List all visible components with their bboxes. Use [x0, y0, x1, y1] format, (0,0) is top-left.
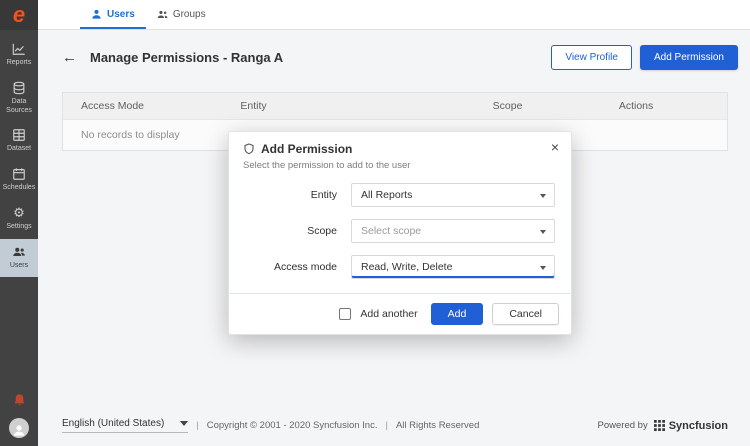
sidebar-item-label: Dataset: [7, 145, 31, 154]
footer-separator: |: [196, 420, 198, 431]
sidebar-item-reports[interactable]: Reports: [0, 36, 38, 75]
entity-dropdown-value: All Reports: [361, 189, 412, 201]
sidebar-item-label: Users: [10, 262, 28, 271]
copyright-text: Copyright © 2001 - 2020 Syncfusion Inc.: [207, 420, 378, 431]
scope-dropdown-placeholder: Select scope: [361, 225, 421, 237]
close-icon[interactable]: ×: [551, 140, 559, 154]
entity-field-row: Entity All Reports: [245, 183, 555, 207]
tab-groups[interactable]: Groups: [146, 0, 217, 29]
tab-label: Users: [107, 9, 135, 20]
entity-dropdown[interactable]: All Reports: [351, 183, 555, 207]
page-footer: English (United States) | Copyright © 20…: [38, 410, 750, 446]
dialog-body: Entity All Reports Scope Select scope Ac…: [229, 171, 571, 293]
add-permission-dialog: Add Permission Select the permission to …: [228, 131, 572, 335]
sidebar: e Reports Data Sources Dataset: [0, 0, 38, 446]
empty-state-text: No records to display: [81, 129, 180, 141]
syncfusion-brand[interactable]: Syncfusion: [654, 420, 728, 432]
dialog-header: Add Permission Select the permission to …: [229, 132, 571, 171]
dataset-grid-icon: [12, 128, 26, 142]
reports-icon: [12, 42, 26, 56]
tab-users[interactable]: Users: [80, 0, 146, 29]
notifications-bell-icon[interactable]: [12, 393, 27, 408]
column-header-entity: Entity: [222, 93, 474, 119]
syncfusion-brand-text: Syncfusion: [669, 420, 728, 432]
language-value: English (United States): [62, 418, 164, 429]
syncfusion-logo-icon: [654, 420, 665, 431]
scope-dropdown[interactable]: Select scope: [351, 219, 555, 243]
add-button[interactable]: Add: [431, 303, 484, 325]
sidebar-nav: Reports Data Sources Dataset Schedules: [0, 36, 38, 277]
gear-icon: ⚙: [12, 206, 26, 220]
calendar-icon: [12, 167, 26, 181]
dialog-title: Add Permission: [261, 142, 352, 156]
permission-icon: [243, 143, 255, 155]
database-icon: [12, 81, 26, 95]
access-mode-dropdown-value: Read, Write, Delete: [361, 261, 452, 273]
access-mode-field-row: Access mode Read, Write, Delete: [245, 255, 555, 279]
access-mode-label: Access mode: [245, 261, 351, 273]
powered-by-text: Powered by: [598, 420, 648, 431]
column-header-access-mode: Access Mode: [63, 93, 222, 119]
people-icon: [157, 9, 168, 20]
footer-separator: |: [385, 420, 387, 431]
dialog-title-row: Add Permission: [243, 142, 557, 156]
bold-reports-logo-icon: e: [13, 4, 25, 26]
chevron-down-icon: [180, 421, 188, 426]
brand-logo[interactable]: e: [0, 0, 38, 30]
page-title: Manage Permissions - Ranga A: [90, 50, 283, 65]
sidebar-item-users[interactable]: Users: [0, 239, 38, 278]
scope-label: Scope: [245, 225, 351, 237]
sidebar-item-schedules[interactable]: Schedules: [0, 161, 38, 200]
chevron-down-icon: [540, 194, 546, 198]
scope-field-row: Scope Select scope: [245, 219, 555, 243]
sidebar-item-label: Reports: [7, 59, 32, 68]
chevron-down-icon: [540, 230, 546, 234]
chevron-down-icon: [540, 266, 546, 270]
page-header: ← Manage Permissions - Ranga A View Prof…: [38, 30, 750, 80]
column-header-scope: Scope: [475, 93, 601, 119]
sidebar-item-settings[interactable]: ⚙ Settings: [0, 200, 38, 239]
users-icon: [12, 245, 26, 259]
app: e Reports Data Sources Dataset: [0, 0, 750, 446]
add-another-label: Add another: [360, 308, 417, 320]
add-another-checkbox[interactable]: [339, 308, 351, 320]
cancel-button[interactable]: Cancel: [492, 303, 559, 325]
add-permission-button[interactable]: Add Permission: [640, 45, 738, 70]
sidebar-item-data-sources[interactable]: Data Sources: [0, 75, 38, 123]
entity-label: Entity: [245, 189, 351, 201]
sidebar-item-label: Data Sources: [1, 98, 37, 116]
top-bar: Users Groups: [38, 0, 750, 30]
access-mode-dropdown[interactable]: Read, Write, Delete: [351, 255, 555, 279]
tab-label: Groups: [173, 9, 206, 20]
person-icon: [91, 9, 102, 20]
rights-text: All Rights Reserved: [396, 420, 479, 431]
sidebar-item-label: Settings: [6, 223, 31, 232]
back-arrow-button[interactable]: ←: [62, 50, 77, 65]
language-selector[interactable]: English (United States): [62, 418, 188, 433]
column-header-actions: Actions: [601, 93, 727, 119]
table-header-row: Access Mode Entity Scope Actions: [63, 93, 727, 119]
sidebar-item-dataset[interactable]: Dataset: [0, 122, 38, 161]
dialog-footer: Add another Add Cancel: [229, 293, 571, 334]
user-avatar[interactable]: [9, 418, 29, 438]
dialog-subtitle: Select the permission to add to the user: [243, 160, 557, 171]
view-profile-button[interactable]: View Profile: [551, 45, 632, 70]
sidebar-item-label: Schedules: [3, 184, 36, 193]
